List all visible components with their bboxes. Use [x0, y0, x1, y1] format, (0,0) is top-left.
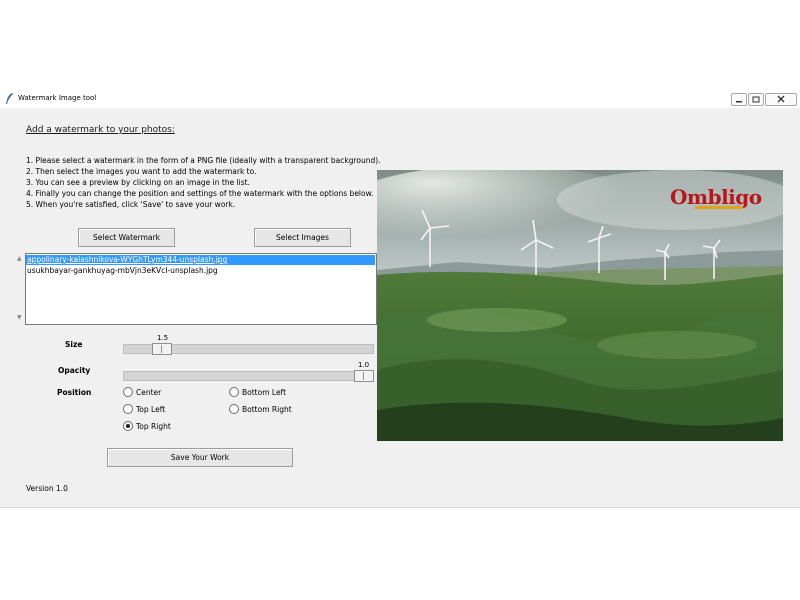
- save-button[interactable]: Save Your Work: [107, 448, 293, 467]
- radio-top-left[interactable]: [123, 404, 133, 414]
- opacity-slider[interactable]: [123, 370, 374, 382]
- instruction-line: 3. You can see a preview by clicking on …: [26, 178, 250, 187]
- landscape-image: [377, 170, 783, 441]
- image-preview: Ombligo: [377, 170, 783, 441]
- minimize-button[interactable]: [731, 93, 747, 106]
- close-icon: [777, 95, 785, 103]
- select-watermark-button[interactable]: Select Watermark: [78, 228, 175, 247]
- close-button[interactable]: [765, 93, 797, 106]
- version-label: Version 1.0: [26, 484, 68, 493]
- scroll-down-icon[interactable]: ▼: [17, 314, 23, 321]
- window-title: Watermark Image tool: [18, 94, 97, 102]
- radio-bottom-right-label: Bottom Right: [242, 405, 292, 414]
- restore-button[interactable]: [748, 93, 764, 106]
- position-label: Position: [57, 388, 92, 397]
- list-item[interactable]: usukhbayar-gankhuyag-mbVjn3eKVcI-unsplas…: [26, 266, 218, 276]
- minimize-icon: [736, 101, 742, 103]
- radio-top-right[interactable]: [123, 421, 133, 431]
- size-value: 1.5: [157, 334, 169, 342]
- feather-icon: [6, 93, 13, 104]
- page-heading: Add a watermark to your photos:: [26, 125, 175, 135]
- instruction-line: 1. Please select a watermark in the form…: [26, 156, 381, 165]
- opacity-value: 1.0: [358, 361, 370, 369]
- size-label: Size: [65, 340, 83, 349]
- radio-bottom-left[interactable]: [229, 387, 239, 397]
- size-slider-thumb[interactable]: [152, 343, 172, 355]
- radio-bottom-right[interactable]: [229, 404, 239, 414]
- instruction-line: 2. Then select the images you want to ad…: [26, 167, 257, 176]
- size-slider[interactable]: [123, 343, 374, 355]
- select-images-button[interactable]: Select Images: [254, 228, 351, 247]
- radio-top-left-label: Top Left: [136, 405, 166, 414]
- opacity-slider-thumb[interactable]: [354, 370, 374, 382]
- watermark-logo-underline: [695, 206, 743, 209]
- image-listbox[interactable]: appolinary-kalashnikova-WYGhTLym344-unsp…: [25, 253, 377, 325]
- list-item[interactable]: appolinary-kalashnikova-WYGhTLym344-unsp…: [26, 255, 375, 265]
- scroll-up-icon[interactable]: ▲: [17, 255, 23, 262]
- instruction-line: 4. Finally you can change the position a…: [26, 189, 374, 198]
- radio-bottom-left-label: Bottom Left: [242, 388, 287, 397]
- radio-center[interactable]: [123, 387, 133, 397]
- title-bar: Watermark Image tool: [0, 91, 800, 108]
- restore-icon: [752, 96, 760, 103]
- radio-top-right-label: Top Right: [136, 422, 171, 431]
- instruction-line: 5. When you're satisfied, click 'Save' t…: [26, 200, 236, 209]
- opacity-label: Opacity: [58, 366, 91, 375]
- radio-center-label: Center: [136, 388, 162, 397]
